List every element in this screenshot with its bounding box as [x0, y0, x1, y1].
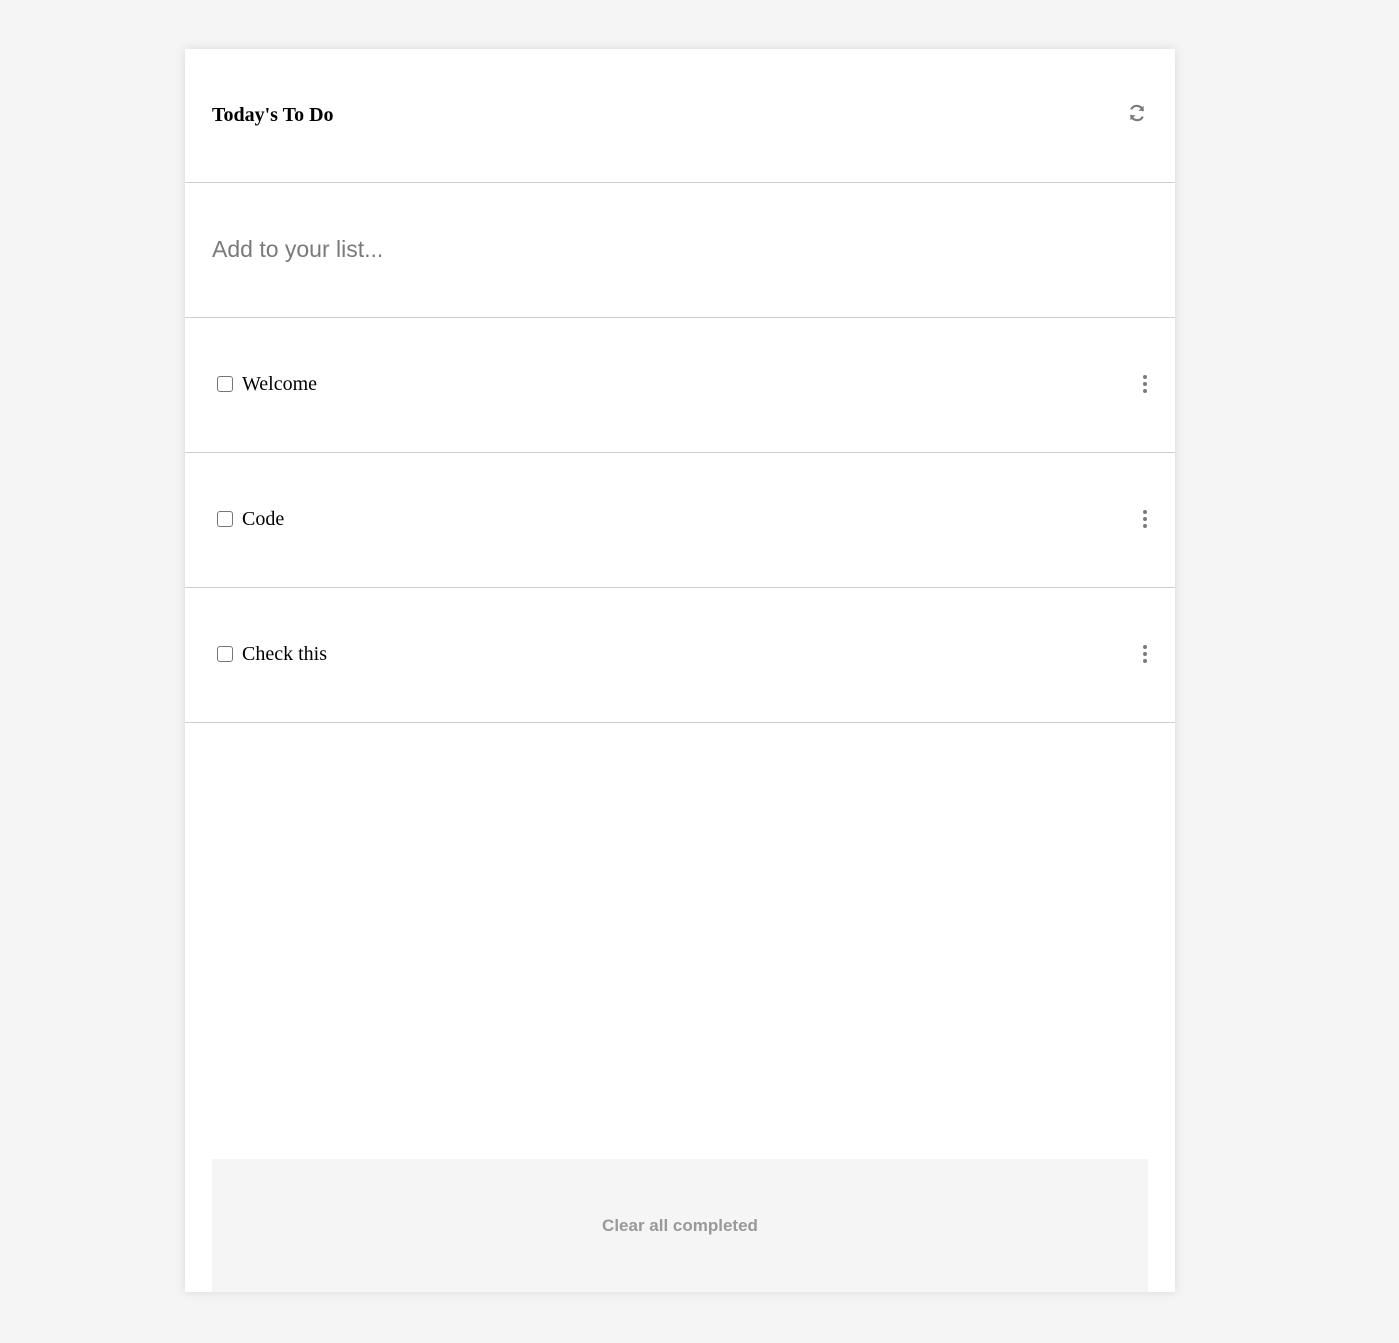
todo-label: Welcome: [242, 373, 318, 395]
todo-checkbox[interactable]: [217, 376, 233, 392]
todo-label: Code: [242, 508, 285, 530]
todo-checkbox[interactable]: [217, 646, 233, 662]
kebab-menu-icon[interactable]: [1137, 642, 1153, 666]
kebab-menu-icon[interactable]: [1137, 372, 1153, 396]
refresh-button[interactable]: [1125, 103, 1149, 127]
todo-item: Code: [185, 453, 1175, 588]
add-todo-input[interactable]: [212, 229, 1112, 269]
add-row: [185, 183, 1175, 318]
clear-completed-button[interactable]: Clear all completed: [212, 1159, 1148, 1292]
kebab-menu-icon[interactable]: [1137, 507, 1153, 531]
todo-item: Welcome: [185, 318, 1175, 453]
todo-card: Today's To Do Welcome Code: [185, 49, 1175, 1292]
page-title: Today's To Do: [212, 104, 334, 126]
todo-checkbox[interactable]: [217, 511, 233, 527]
todo-item: Check this: [185, 588, 1175, 723]
refresh-icon: [1127, 103, 1147, 128]
todo-label: Check this: [242, 643, 327, 665]
header: Today's To Do: [185, 49, 1175, 183]
